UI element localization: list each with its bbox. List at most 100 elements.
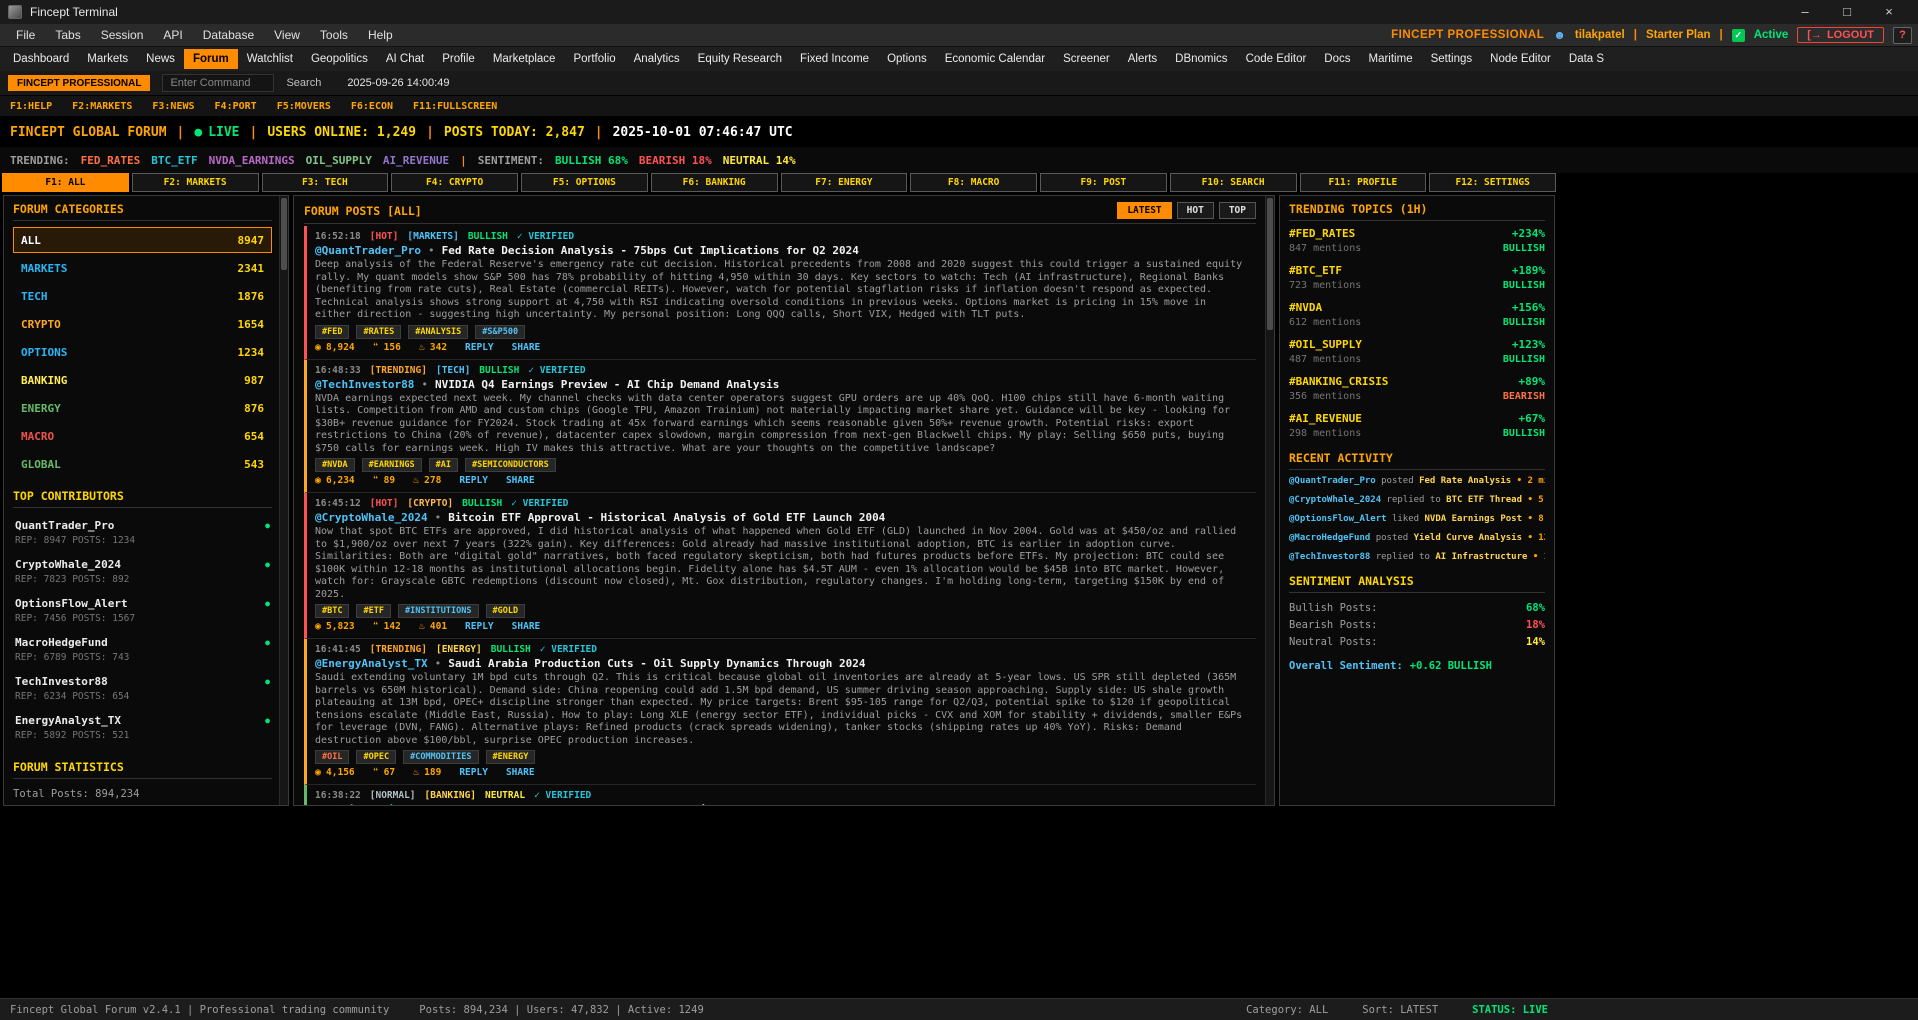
sort-button[interactable]: LATEST [1117, 202, 1172, 219]
posts-scrollbar[interactable] [1265, 196, 1274, 805]
nav-tab[interactable]: News [137, 49, 184, 69]
activity-item[interactable]: @CryptoWhale_2024 replied to BTC ETF Thr… [1289, 495, 1545, 505]
nav-tab[interactable]: Profile [433, 49, 484, 69]
post-author[interactable]: @TechInvestor88 [315, 378, 414, 391]
category-row[interactable]: MACRO 654 [13, 423, 272, 449]
categories-scrollbar[interactable] [279, 196, 288, 805]
function-key[interactable]: F5:MOVERS [277, 101, 331, 112]
function-key[interactable]: F6:ECON [351, 101, 393, 112]
category-row[interactable]: ENERGY 876 [13, 395, 272, 421]
hashtag-chip[interactable]: #SEMICONDUCTORS [465, 458, 556, 472]
menu-item[interactable]: View [264, 26, 310, 44]
sort-button[interactable]: TOP [1218, 202, 1256, 219]
forum-tab[interactable]: F11: PROFILE [1299, 173, 1427, 192]
forum-tab[interactable]: F12: SETTINGS [1429, 173, 1556, 192]
hashtag-chip[interactable]: #GOLD [485, 604, 526, 618]
reply-button[interactable]: REPLY [459, 475, 488, 486]
hashtag-chip[interactable]: #AI [428, 458, 459, 472]
function-key[interactable]: F11:FULLSCREEN [413, 101, 497, 112]
nav-tab[interactable]: Code Editor [1237, 49, 1316, 69]
activity-item[interactable]: @OptionsFlow_Alert liked NVDA Earnings P… [1289, 514, 1545, 524]
contributor-row[interactable]: MacroHedgeFund ● REP: 6789 POSTS: 743 [13, 631, 272, 670]
category-row[interactable]: GLOBAL 543 [13, 451, 272, 477]
trending-topic[interactable]: #NVDA +156% 612 mentions BULLISH [1289, 301, 1545, 328]
hashtag-chip[interactable]: #ENERGY [485, 750, 536, 764]
logout-button[interactable]: [→ LOGOUT [1797, 27, 1884, 43]
hashtag-chip[interactable]: #ETF [356, 604, 391, 618]
nav-tab[interactable]: Settings [1422, 49, 1482, 69]
reply-button[interactable]: REPLY [459, 767, 488, 778]
hashtag-chip[interactable]: #RATES [356, 324, 402, 339]
menu-item[interactable]: Tools [310, 26, 358, 44]
category-row[interactable]: BANKING 987 [13, 367, 272, 393]
trending-tag[interactable]: OIL_SUPPLY [306, 154, 372, 167]
nav-tab[interactable]: Screener [1054, 49, 1119, 69]
forum-tab[interactable]: F5: OPTIONS [521, 173, 648, 192]
trending-topic[interactable]: #OIL_SUPPLY +123% 487 mentions BULLISH [1289, 338, 1545, 365]
nav-tab[interactable]: Options [878, 49, 936, 69]
nav-tab[interactable]: Portfolio [564, 49, 624, 69]
reply-button[interactable]: REPLY [465, 621, 494, 632]
function-key[interactable]: F2:MARKETS [72, 101, 132, 112]
hashtag-chip[interactable]: #INSTITUTIONS [397, 604, 479, 618]
contributor-row[interactable]: CryptoWhale_2024 ● REP: 7823 POSTS: 892 [13, 553, 272, 592]
function-key[interactable]: F3:NEWS [152, 101, 194, 112]
contributor-row[interactable]: TechInvestor88 ● REP: 6234 POSTS: 654 [13, 670, 272, 709]
nav-tab[interactable]: Analytics [625, 49, 689, 69]
menu-item[interactable]: API [153, 26, 192, 44]
post-author[interactable]: @CryptoWhale_2024 [315, 511, 428, 524]
active-checkbox[interactable]: ✓ [1731, 28, 1745, 42]
share-button[interactable]: SHARE [506, 767, 535, 778]
forum-post[interactable]: 16:45:12 [HOT] [CRYPTO] BULLISH ✓ VERIFI… [304, 493, 1256, 639]
trending-tag[interactable]: FED_RATES [81, 154, 141, 167]
hashtag-chip[interactable]: #FED [315, 324, 350, 339]
function-key[interactable]: F1:HELP [10, 101, 52, 112]
contributor-row[interactable]: QuantTrader_Pro ● REP: 8947 POSTS: 1234 [13, 514, 272, 553]
nav-tab[interactable]: Data S [1560, 49, 1613, 69]
category-row[interactable]: CRYPTO 1654 [13, 311, 272, 337]
contributor-row[interactable]: EnergyAnalyst_TX ● REP: 5892 POSTS: 521 [13, 709, 272, 748]
forum-tab[interactable]: F1: ALL [2, 173, 129, 192]
forum-tab[interactable]: F8: MACRO [910, 173, 1037, 192]
nav-tab[interactable]: Node Editor [1481, 49, 1560, 69]
hashtag-chip[interactable]: #OPEC [356, 750, 397, 764]
nav-tab[interactable]: Watchlist [238, 49, 302, 69]
nav-tab[interactable]: AI Chat [377, 49, 433, 69]
post-author[interactable]: @EnergyAnalyst_TX [315, 657, 428, 670]
minimize-button[interactable]: – [1784, 0, 1826, 24]
trending-topic[interactable]: #BTC_ETF +189% 723 mentions BULLISH [1289, 264, 1545, 291]
scrollbar-thumb[interactable] [1267, 198, 1273, 330]
nav-tab[interactable]: Alerts [1119, 49, 1166, 69]
help-button[interactable]: ? [1893, 26, 1912, 44]
hashtag-chip[interactable]: #BTC [315, 604, 350, 618]
menu-item[interactable]: Help [358, 26, 403, 44]
hashtag-chip[interactable]: #COMMODITIES [403, 750, 479, 764]
post-author[interactable]: @BankingInsider [315, 803, 414, 805]
forum-tab[interactable]: F10: SEARCH [1169, 173, 1297, 192]
command-input[interactable] [162, 74, 275, 92]
nav-tab[interactable]: Markets [78, 49, 137, 69]
nav-tab[interactable]: Geopolitics [302, 49, 377, 69]
trending-tag[interactable]: NVDA_EARNINGS [209, 154, 295, 167]
search-button[interactable]: Search [286, 77, 321, 89]
activity-item[interactable]: @QuantTrader_Pro posted Fed Rate Analysi… [1289, 476, 1545, 486]
forum-post[interactable]: 16:52:18 [HOT] [MARKETS] BULLISH ✓ VERIF… [304, 226, 1256, 360]
nav-tab[interactable]: Economic Calendar [936, 49, 1054, 69]
maximize-button[interactable]: □ [1826, 0, 1868, 24]
hashtag-chip[interactable]: #S&P500 [475, 324, 526, 339]
close-button[interactable]: × [1868, 0, 1910, 24]
forum-post[interactable]: 16:38:22 [NORMAL] [BANKING] NEUTRAL ✓ VE… [304, 785, 1256, 805]
menu-item[interactable]: Session [91, 26, 154, 44]
nav-tab[interactable]: Marketplace [484, 49, 565, 69]
share-button[interactable]: SHARE [506, 475, 535, 486]
forum-tab[interactable]: F2: MARKETS [131, 173, 259, 192]
forum-tab[interactable]: F9: POST [1040, 173, 1167, 192]
activity-item[interactable]: @TechInvestor88 replied to AI Infrastruc… [1289, 552, 1545, 562]
category-row[interactable]: OPTIONS 1234 [13, 339, 272, 365]
menu-item[interactable]: Tabs [45, 26, 90, 44]
trending-tag[interactable]: AI_REVENUE [383, 154, 449, 167]
trending-topic[interactable]: #FED_RATES +234% 847 mentions BULLISH [1289, 227, 1545, 254]
post-author[interactable]: @QuantTrader_Pro [315, 244, 421, 257]
category-row[interactable]: MARKETS 2341 [13, 255, 272, 281]
trending-tag[interactable]: BTC_ETF [151, 154, 197, 167]
